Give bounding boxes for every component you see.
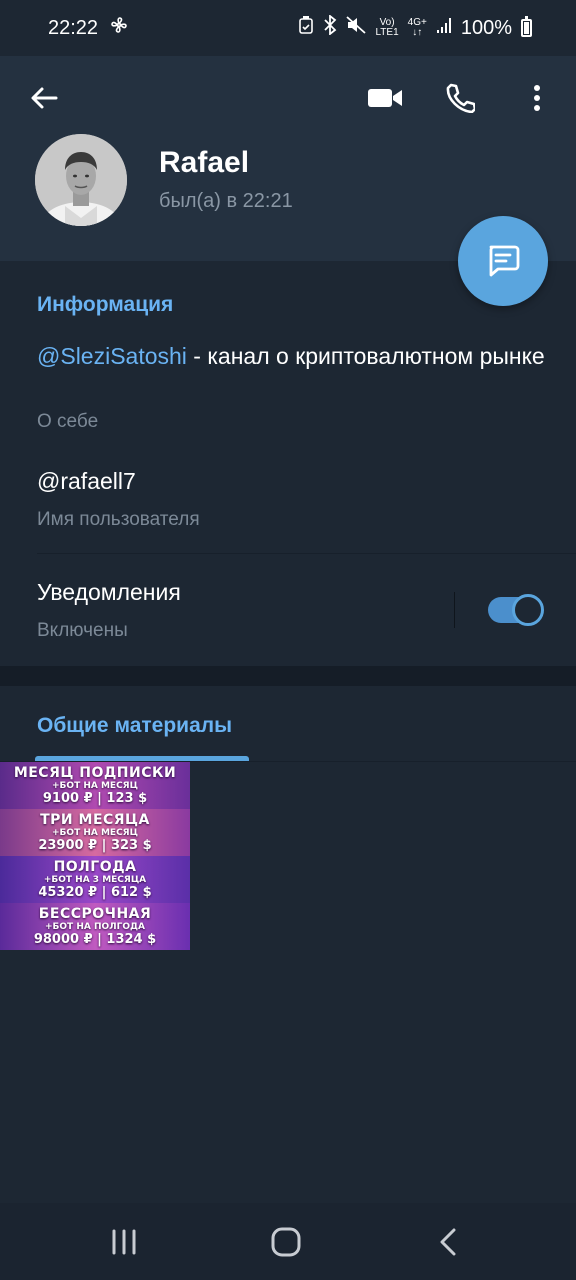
video-call-icon xyxy=(368,89,402,107)
video-call-button[interactable] xyxy=(357,70,413,126)
back-button[interactable] xyxy=(16,70,72,126)
telegram-profile-screen: 22:22 Vo) LTE1 4G+ ↓↑ 100% Rafael был(а)… xyxy=(0,0,576,1280)
phone-icon xyxy=(446,83,475,113)
back-arrow-icon xyxy=(31,87,58,109)
recents-icon xyxy=(112,1229,136,1255)
data-indicator: 4G+ ↓↑ xyxy=(407,17,427,38)
battery-percent: 100% xyxy=(460,16,512,39)
recents-button[interactable] xyxy=(100,1221,148,1263)
promo-row: ПОЛГОДА +БОТ НА 3 МЕСЯЦА 45320 ₽ | 612 $ xyxy=(0,856,190,903)
more-vertical-icon xyxy=(534,85,540,111)
mute-icon xyxy=(346,16,367,40)
username-label: Имя пользователя xyxy=(37,509,200,530)
profile-photo xyxy=(35,134,127,226)
bio-description: - канал о криптовалютном рынке xyxy=(186,343,545,369)
alarm-icon xyxy=(298,16,314,40)
home-icon xyxy=(271,1227,301,1257)
vertical-separator xyxy=(454,592,455,628)
message-button[interactable] xyxy=(458,216,548,306)
fan-icon xyxy=(110,16,128,40)
notifications-title[interactable]: Уведомления xyxy=(37,579,181,606)
divider xyxy=(37,553,576,554)
profile-name: Rafael xyxy=(159,146,250,179)
shared-media-section: Общие материалы МЕСЯЦ ПОДПИСКИ +БОТ НА М… xyxy=(0,686,576,1203)
status-bar: 22:22 Vo) LTE1 4G+ ↓↑ 100% xyxy=(0,0,576,56)
call-button[interactable] xyxy=(432,70,488,126)
info-section-title: Информация xyxy=(37,293,174,316)
bio-label: О себе xyxy=(37,411,99,432)
info-section: Информация @SleziSatoshi - канал о крипт… xyxy=(0,261,576,666)
notifications-status: Включены xyxy=(37,620,128,641)
nav-back-button[interactable] xyxy=(424,1221,472,1263)
section-gap xyxy=(0,666,576,686)
more-options-button[interactable] xyxy=(509,70,565,126)
status-time: 22:22 xyxy=(48,16,99,39)
avatar[interactable] xyxy=(35,134,127,226)
bluetooth-icon xyxy=(323,14,337,41)
promo-row: ТРИ МЕСЯЦА +БОТ НА МЕСЯЦ 23900 ₽ | 323 $ xyxy=(0,809,190,856)
message-icon xyxy=(489,245,520,277)
last-seen-status: был(а) в 22:21 xyxy=(159,190,293,212)
media-thumbnail[interactable]: МЕСЯЦ ПОДПИСКИ +БОТ НА МЕСЯЦ 9100 ₽ | 12… xyxy=(0,762,190,950)
promo-row: БЕССРОЧНАЯ +БОТ НА ПОЛГОДА 98000 ₽ | 132… xyxy=(0,903,190,950)
volte-indicator: Vo) LTE1 xyxy=(375,17,399,38)
channel-mention-link[interactable]: @SleziSatoshi xyxy=(37,343,187,369)
notifications-toggle[interactable] xyxy=(488,594,544,626)
system-navigation-bar xyxy=(0,1203,576,1280)
promo-row: МЕСЯЦ ПОДПИСКИ +БОТ НА МЕСЯЦ 9100 ₽ | 12… xyxy=(0,762,190,809)
toggle-knob xyxy=(512,594,544,626)
battery-icon xyxy=(521,16,532,37)
username[interactable]: @rafaell7 xyxy=(37,468,136,495)
bio-text: @SleziSatoshi - канал о криптовалютном р… xyxy=(37,341,547,372)
tab-shared-media[interactable]: Общие материалы xyxy=(37,714,232,738)
home-button[interactable] xyxy=(262,1221,310,1263)
chevron-left-icon xyxy=(440,1228,456,1256)
signal-icon xyxy=(436,16,452,40)
